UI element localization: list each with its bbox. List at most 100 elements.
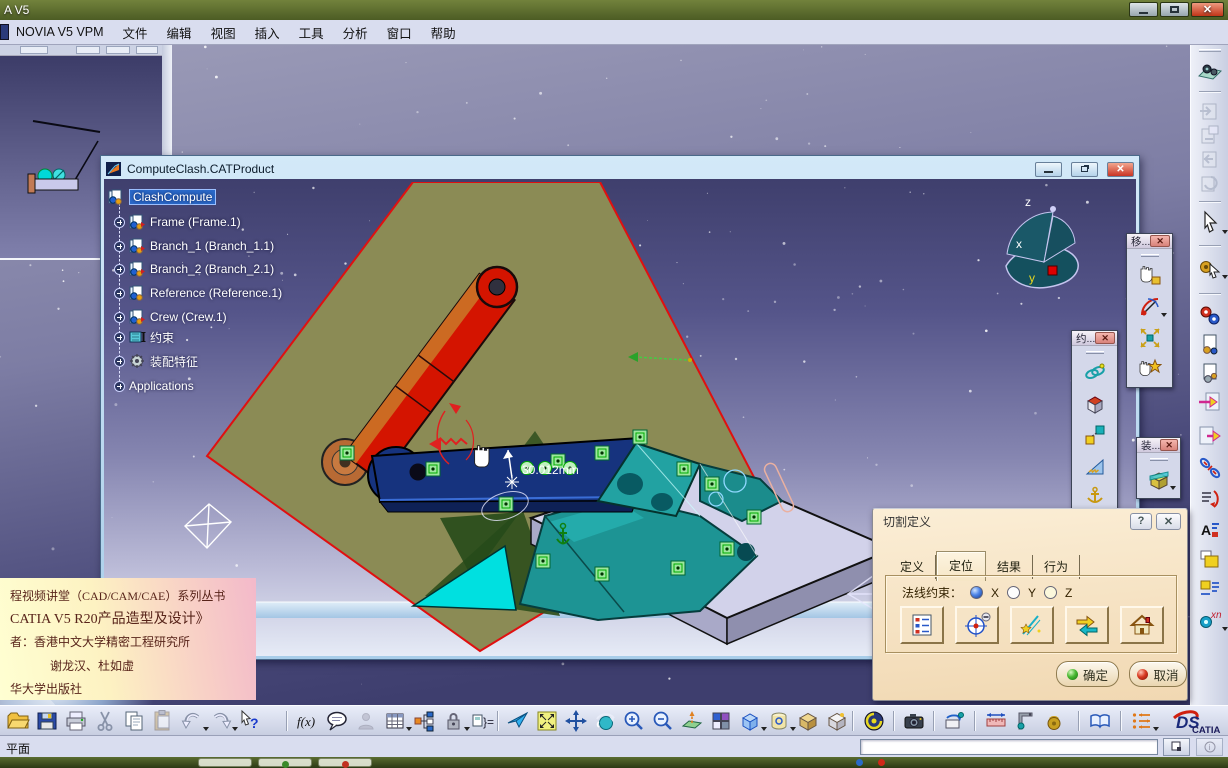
tree-item-label[interactable]: 装配特征 xyxy=(150,353,198,370)
menu-analyze[interactable]: 分析 xyxy=(343,23,368,42)
explode-icon[interactable] xyxy=(1138,326,1162,350)
fix-anchor-icon[interactable] xyxy=(1083,485,1107,509)
menu-file[interactable]: 文件 xyxy=(123,23,148,42)
open-icon[interactable] xyxy=(6,709,30,733)
zoom-out-icon[interactable] xyxy=(651,709,675,733)
toolbar-grip[interactable] xyxy=(1199,49,1221,52)
close-icon[interactable]: ✕ xyxy=(1095,332,1115,344)
tree-item-label[interactable]: Applications xyxy=(129,379,194,393)
menu-brand[interactable]: NOVIA V5 VPM xyxy=(16,25,104,39)
snap-options-icon[interactable] xyxy=(1130,709,1159,733)
smart-move-icon[interactable] xyxy=(1138,357,1162,381)
new-component-icon[interactable] xyxy=(1197,547,1223,573)
tray-icon[interactable] xyxy=(878,759,885,766)
exit-component-icon[interactable] xyxy=(1197,423,1223,449)
cut-icon[interactable] xyxy=(93,709,117,733)
tree-item-label[interactable]: Reference (Reference.1) xyxy=(150,286,282,300)
radio-x[interactable] xyxy=(970,586,984,599)
paste-icon[interactable] xyxy=(151,709,175,733)
window-minimize-button[interactable] xyxy=(1129,2,1158,17)
hidden-line-mode-icon[interactable] xyxy=(767,709,796,733)
menu-window[interactable]: 窗口 xyxy=(387,23,412,42)
save-icon[interactable] xyxy=(35,709,59,733)
taskbar-button[interactable] xyxy=(318,758,372,768)
inertia-weight-icon[interactable] xyxy=(1042,709,1066,733)
toolbar-grip[interactable] xyxy=(1140,254,1159,257)
view-compass[interactable]: z x y xyxy=(1005,195,1079,289)
expand-icon[interactable] xyxy=(114,380,125,392)
tree-item-frame[interactable]: Frame (Frame.1) xyxy=(114,213,241,231)
lock-icon[interactable] xyxy=(441,709,470,733)
info-button[interactable]: i xyxy=(1196,738,1223,756)
fly-mode-icon[interactable] xyxy=(506,709,530,733)
constraints-toolbar[interactable]: 约... ✕ xyxy=(1071,330,1118,516)
generate-part-icon[interactable] xyxy=(1197,361,1223,387)
constraint-list-button[interactable] xyxy=(900,606,944,644)
measure-item-icon[interactable] xyxy=(1013,709,1037,733)
generate-product-icon[interactable] xyxy=(1197,332,1223,358)
cancel-button[interactable]: 取消 xyxy=(1129,661,1187,687)
window-close-button[interactable]: ✕ xyxy=(1191,2,1224,17)
doc-minimize-button[interactable] xyxy=(1035,161,1062,177)
assembly-split-icon[interactable] xyxy=(1147,468,1176,492)
offset-constraint-icon[interactable] xyxy=(1083,423,1107,447)
tree-item-crew[interactable]: Crew (Crew.1) xyxy=(114,308,227,326)
zoom-in-icon[interactable] xyxy=(622,709,646,733)
catalog-book-icon[interactable] xyxy=(1088,709,1112,733)
assembly-workbench-icon[interactable] xyxy=(1197,58,1223,84)
close-icon[interactable]: ✕ xyxy=(1160,439,1178,451)
shading-edges-icon[interactable] xyxy=(825,709,849,733)
sketch-position-button[interactable] xyxy=(1010,606,1054,644)
move-toolbar[interactable]: 移... ✕ xyxy=(1126,233,1173,388)
expand-icon[interactable] xyxy=(114,263,125,275)
print-icon[interactable] xyxy=(64,709,88,733)
rename-component-icon[interactable]: A xyxy=(1197,517,1223,543)
menu-edit[interactable]: 编辑 xyxy=(167,23,192,42)
catalog-insert-icon[interactable] xyxy=(1197,147,1223,173)
break-link-icon[interactable] xyxy=(1197,455,1223,481)
cut-definition-dialog[interactable]: 切割定义 ? ✕ 定义 定位 结果 行为 法线约束： X Y Z 确定 取消 xyxy=(872,508,1188,701)
enter-component-icon[interactable] xyxy=(1197,389,1223,415)
toolbar-grip[interactable] xyxy=(1149,458,1168,461)
camera-capture-icon[interactable] xyxy=(902,709,926,733)
menu-help[interactable]: 帮助 xyxy=(431,23,456,42)
assembly-feature-toolbar[interactable]: 装... ✕ xyxy=(1136,437,1181,499)
expand-icon[interactable] xyxy=(114,240,125,252)
tree-item-branch1[interactable]: Branch_1 (Branch_1.1) xyxy=(114,237,274,255)
dialog-close-button[interactable]: ✕ xyxy=(1156,512,1181,530)
update-swirl-icon[interactable] xyxy=(862,709,886,733)
catalog-update-icon[interactable] xyxy=(1197,171,1223,197)
expand-icon[interactable] xyxy=(114,311,125,323)
dialog-titlebar[interactable]: 切割定义 ? ✕ xyxy=(873,509,1187,533)
doc-close-button[interactable]: ✕ xyxy=(1107,161,1134,177)
tree-item-label[interactable]: Branch_1 (Branch_1.1) xyxy=(150,239,274,253)
graph-tree-reorder-icon[interactable] xyxy=(1197,487,1223,513)
snap-compass-icon[interactable] xyxy=(1138,295,1167,319)
radio-y[interactable] xyxy=(1007,586,1021,599)
tree-item-label[interactable]: Branch_2 (Branch_2.1) xyxy=(150,262,274,276)
document-titlebar[interactable]: ComputeClash.CATProduct ✕ xyxy=(104,159,1136,179)
turntable-icon[interactable] xyxy=(942,709,966,733)
selection-tool-icon[interactable] xyxy=(1197,255,1228,281)
target-position-button[interactable] xyxy=(955,606,999,644)
equivalent-dimensions-icon[interactable]: }= xyxy=(470,709,494,733)
close-icon[interactable]: ✕ xyxy=(1150,235,1170,247)
parameters-icon[interactable]: xn xyxy=(1197,607,1228,633)
toolbar-grip[interactable] xyxy=(1085,351,1104,354)
tray-icon[interactable] xyxy=(856,759,863,766)
comment-icon[interactable] xyxy=(325,709,349,733)
formula-icon[interactable]: f(x) xyxy=(296,709,320,733)
tree-item-reference[interactable]: Reference (Reference.1) xyxy=(114,284,282,302)
select-cursor-icon[interactable] xyxy=(1197,210,1228,236)
tree-item-label[interactable]: 约束 xyxy=(150,329,174,346)
contact-constraint-icon[interactable] xyxy=(1083,392,1107,416)
power-input-field[interactable] xyxy=(860,739,1158,755)
radio-z[interactable] xyxy=(1044,586,1058,599)
dialog-help-button[interactable]: ? xyxy=(1130,512,1152,530)
catalog-browse-icon[interactable] xyxy=(1197,123,1223,149)
tree-root-label[interactable]: ClashCompute xyxy=(129,189,217,205)
dialog-toggle-button[interactable] xyxy=(1163,738,1190,756)
tree-item-applications[interactable]: Applications xyxy=(114,377,194,395)
home-position-button[interactable] xyxy=(1120,606,1164,644)
component-list-icon[interactable] xyxy=(1197,577,1223,603)
